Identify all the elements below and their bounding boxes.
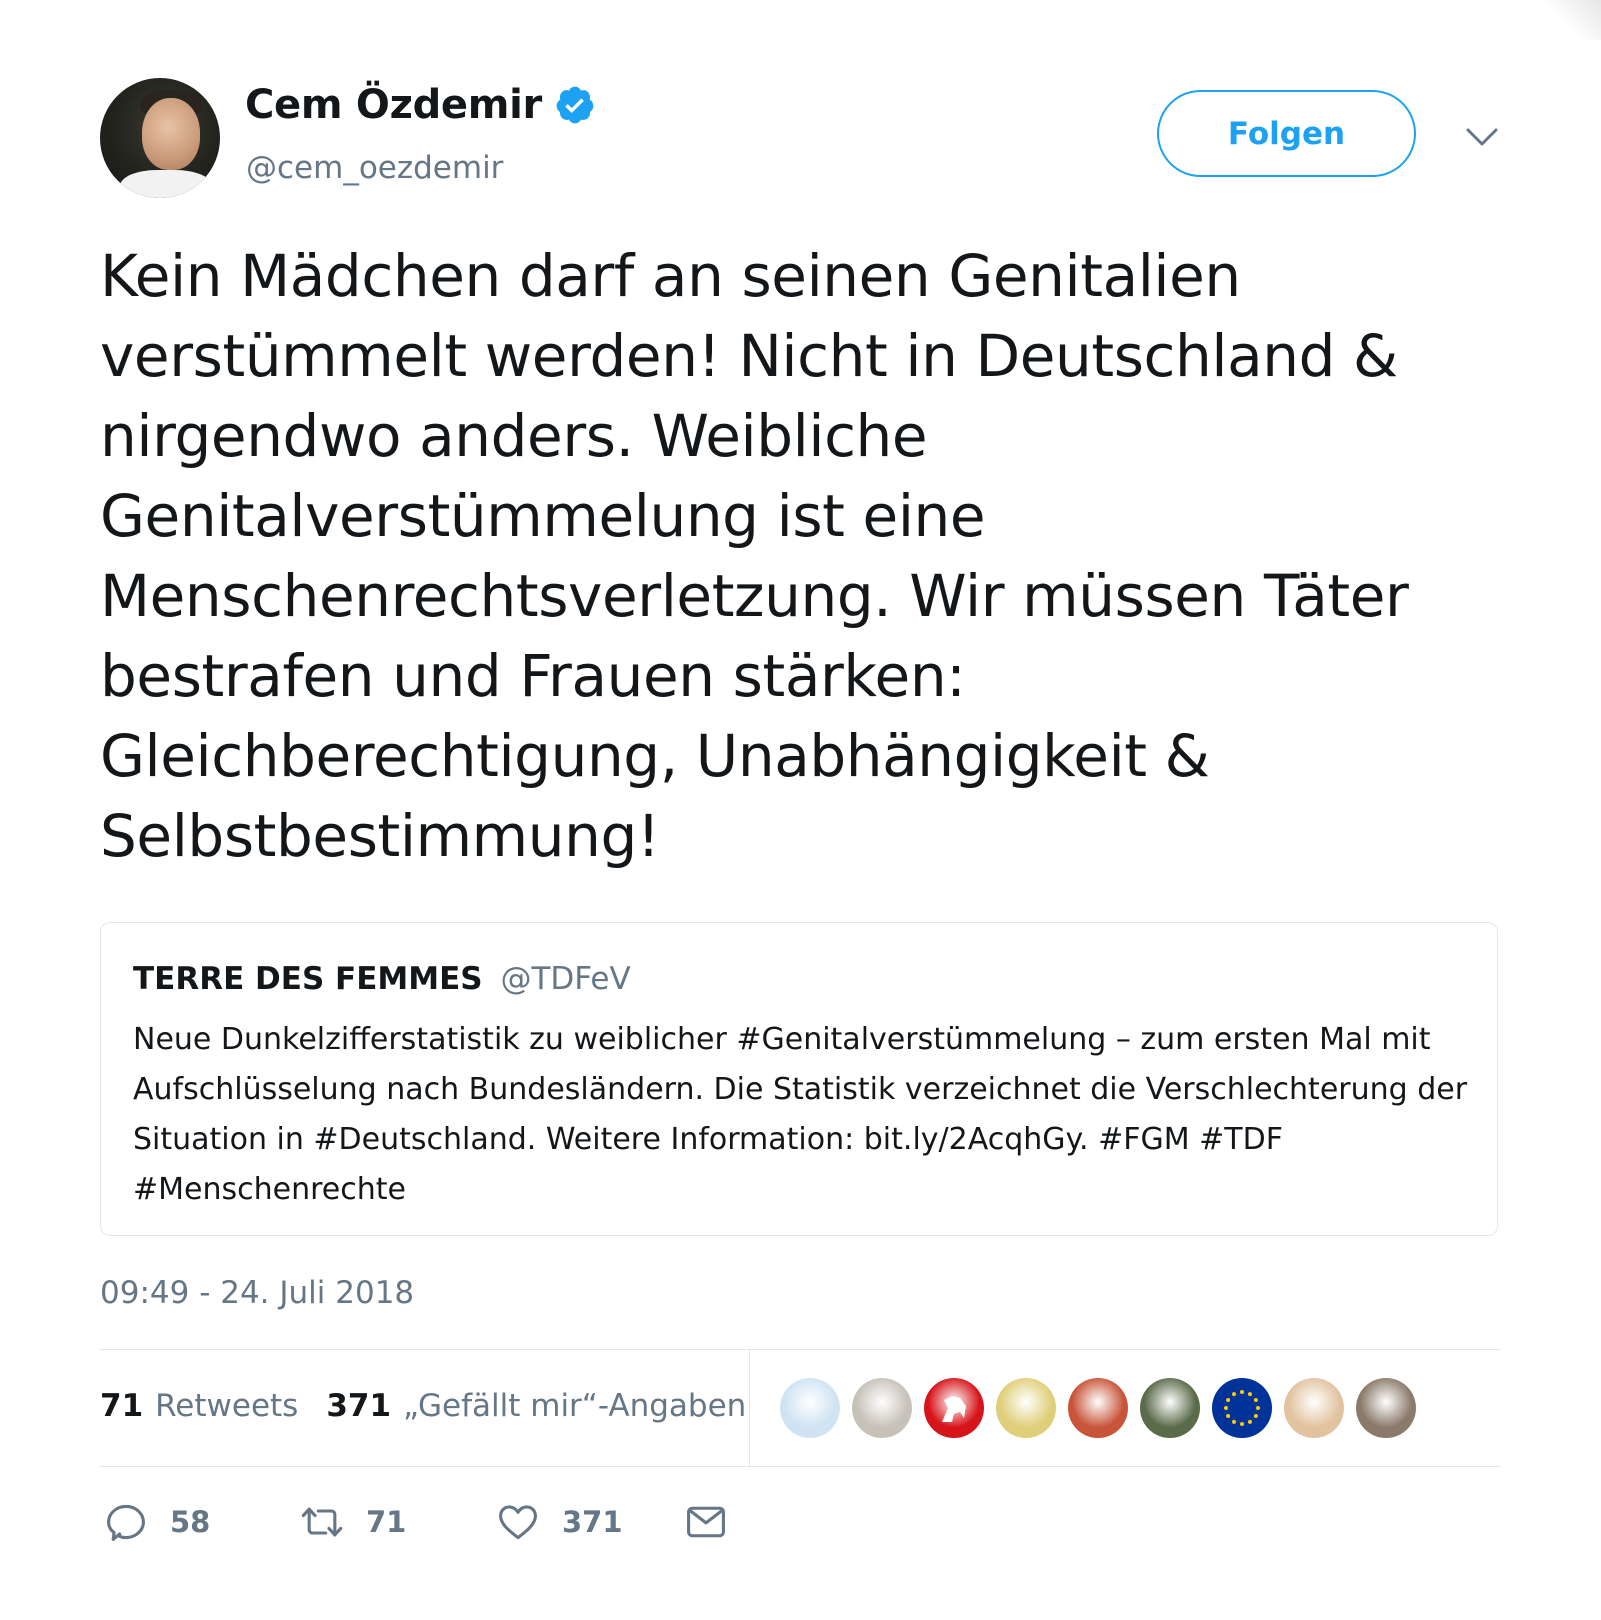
avatar-shirt (120, 170, 212, 198)
liker-avatar[interactable] (852, 1378, 912, 1438)
quoted-header: TERRE DES FEMMES @TDFeV (133, 961, 631, 997)
tweet-timestamp[interactable]: 09:49 - 24. Juli 2018 (100, 1275, 414, 1311)
liker-avatar[interactable] (780, 1378, 840, 1438)
author-name[interactable]: Cem Özdemir (245, 82, 542, 128)
liker-avatar[interactable] (1068, 1378, 1128, 1438)
horse-emblem-icon (942, 1396, 966, 1422)
liker-avatar[interactable] (1356, 1378, 1416, 1438)
divider-top (100, 1349, 1500, 1350)
quoted-author-handle: @TDFeV (500, 961, 631, 997)
retweet-count: 71 (366, 1505, 407, 1539)
follow-button[interactable]: Folgen (1157, 90, 1416, 177)
quoted-tweet[interactable]: TERRE DES FEMMES @TDFeV Neue Dunkelziffe… (100, 922, 1498, 1236)
likers-avatars (780, 1378, 1428, 1438)
avatar-face (142, 98, 200, 170)
direct-message-button[interactable] (684, 1500, 728, 1544)
engagement-stats: 71 Retweets 371 „Gefällt mir“-Angaben (100, 1388, 746, 1424)
likes-count[interactable]: 371 (326, 1388, 391, 1424)
retweet-icon (301, 1507, 343, 1537)
tweet-text: Kein Mädchen darf an seinen Genitalien v… (100, 242, 1409, 870)
quoted-text: Neue Dunkelzifferstatistik zu weiblicher… (133, 1022, 1468, 1207)
verified-badge-icon (556, 86, 594, 124)
tweet-card: Cem Özdemir @cem_oezdemir Folgen Kein Mä… (0, 0, 1601, 1620)
author-handle[interactable]: @cem_oezdemir (246, 150, 503, 186)
author-avatar[interactable] (100, 78, 220, 198)
envelope-icon (687, 1506, 725, 1538)
divider-vertical (749, 1350, 750, 1466)
liker-avatar[interactable] (1284, 1378, 1344, 1438)
reply-count: 58 (170, 1505, 211, 1539)
retweet-button[interactable]: 71 (300, 1500, 406, 1544)
reply-button[interactable]: 58 (104, 1500, 210, 1544)
liker-avatar[interactable] (1140, 1378, 1200, 1438)
eu-flag-icon (1224, 1390, 1260, 1426)
divider-bottom (100, 1466, 1500, 1467)
liker-avatar[interactable] (996, 1378, 1056, 1438)
liker-avatar[interactable] (1212, 1378, 1272, 1438)
quoted-author-name: TERRE DES FEMMES (133, 961, 483, 997)
retweets-count[interactable]: 71 (100, 1388, 143, 1424)
chevron-down-icon[interactable] (1466, 126, 1498, 148)
like-button[interactable]: 371 (496, 1500, 623, 1544)
author-name-row: Cem Özdemir (245, 82, 596, 128)
action-bar: 58 71 371 (104, 1500, 804, 1560)
likes-label[interactable]: „Gefällt mir“-Angaben (403, 1388, 746, 1424)
liker-avatar[interactable] (924, 1378, 984, 1438)
reply-icon (107, 1504, 145, 1541)
retweets-label[interactable]: Retweets (155, 1388, 298, 1424)
like-count: 371 (562, 1505, 623, 1539)
heart-icon (499, 1505, 537, 1540)
